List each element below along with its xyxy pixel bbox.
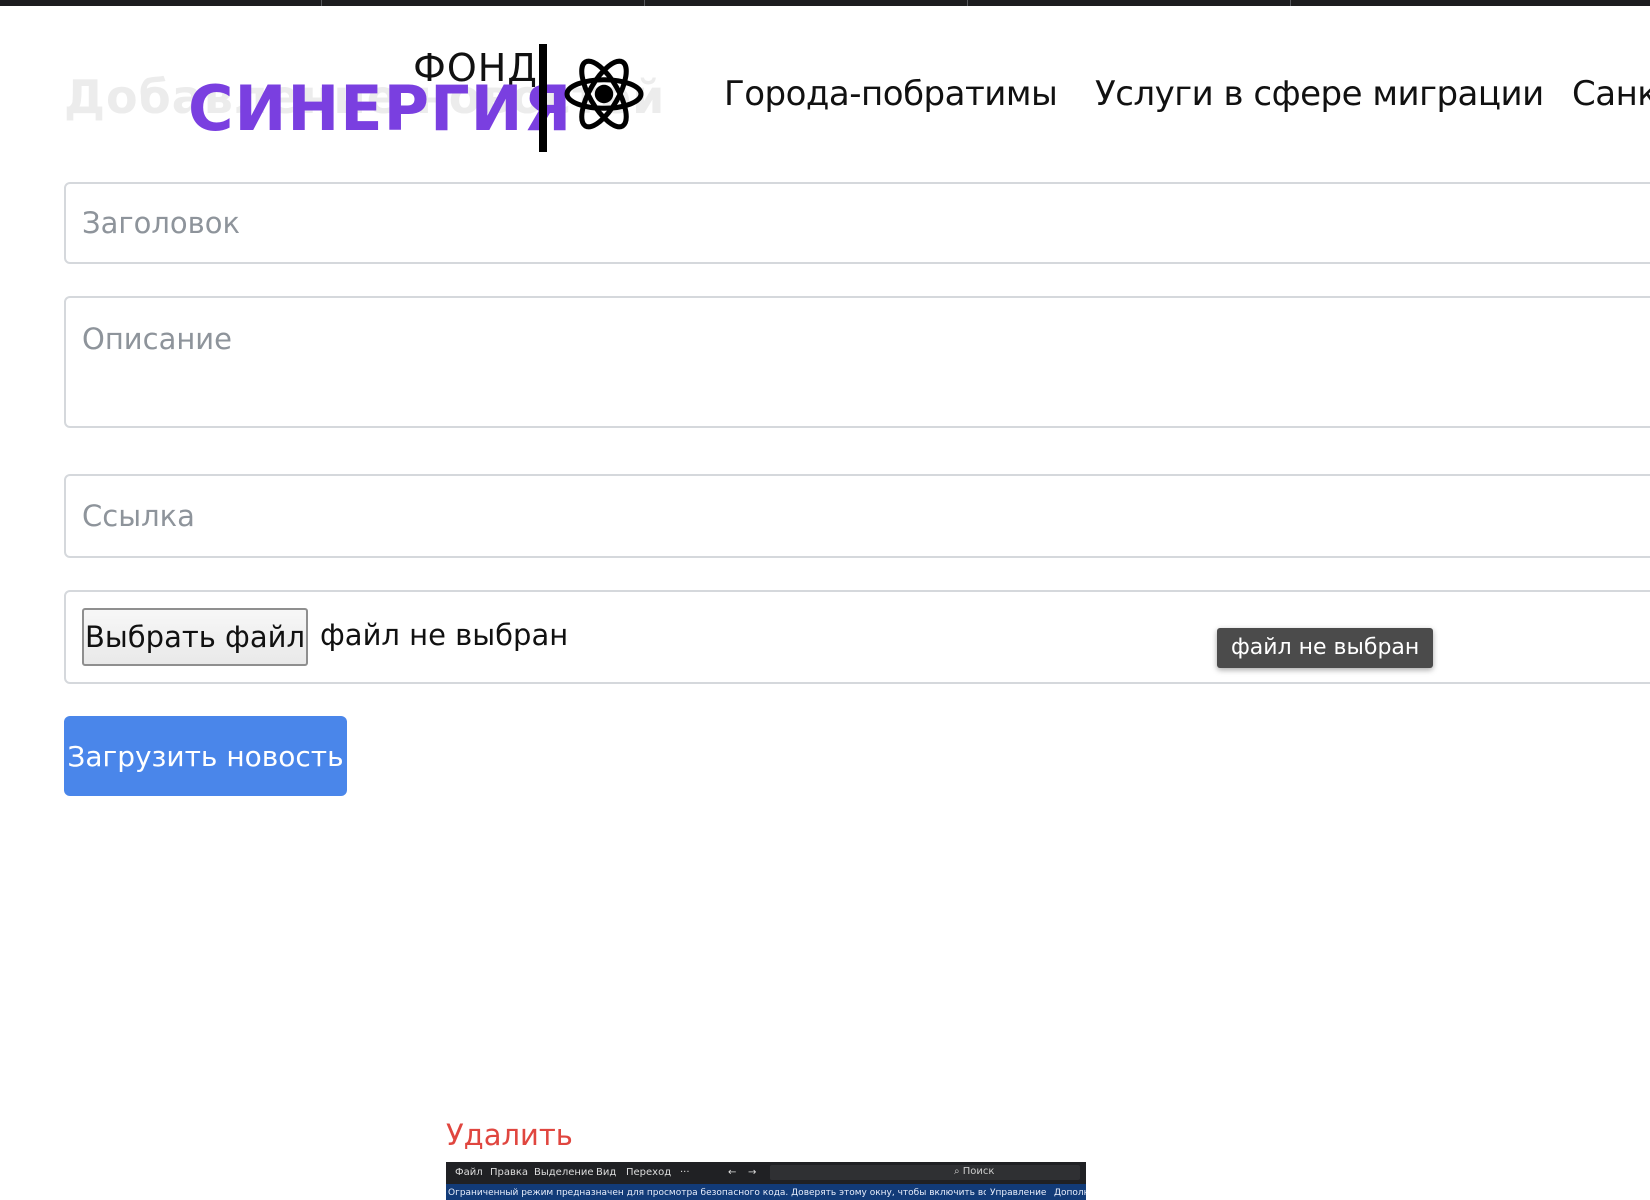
delete-link[interactable]: Удалить [446, 1118, 573, 1152]
browser-top-strip [0, 0, 1650, 6]
thumb-search-box: ⌕ Поиск [770, 1165, 1080, 1180]
link-input[interactable] [64, 474, 1650, 558]
file-tooltip: файл не выбран [1217, 628, 1434, 668]
thumb-menu-item: Переход [626, 1167, 672, 1178]
upload-news-button[interactable]: Загрузить новость [64, 716, 347, 796]
thumb-banner-link: Управление [986, 1188, 1047, 1198]
logo-divider [539, 44, 547, 152]
logo-name: СИНЕРГИЯ [188, 72, 573, 145]
file-status-text: файл не выбран [320, 618, 569, 652]
choose-file-button[interactable]: Выбрать файл [82, 608, 308, 666]
thumb-forward-arrow-icon: → [748, 1167, 757, 1178]
nav-item-migration-services[interactable]: Услуги в сфере миграции [1095, 74, 1544, 114]
thumb-search-label: ⌕ Поиск [954, 1166, 995, 1177]
title-input[interactable] [64, 182, 1650, 264]
site-logo[interactable]: ФОНД СИНЕРГИЯ [188, 42, 648, 154]
news-thumbnail[interactable]: Файл Правка Выделение Вид Переход ··· ← … [446, 1162, 1086, 1200]
thumb-menu-item: Выделение [534, 1167, 594, 1178]
thumbnail-menu-bar: Файл Правка Выделение Вид Переход ··· ← … [446, 1162, 1086, 1184]
thumbnail-restricted-banner: Ограниченный режим предназначен для прос… [446, 1184, 1086, 1200]
news-card: Удалить Файл Правка Выделение Вид Перехо… [446, 1118, 1086, 1200]
thumb-banner-link: Дополн [1050, 1188, 1086, 1198]
thumb-menu-item: Правка [490, 1167, 529, 1178]
nav-item-sanctions[interactable]: Санк [1572, 74, 1650, 114]
thumb-search-text: Поиск [962, 1166, 995, 1177]
thumb-banner-text: Ограниченный режим предназначен для прос… [448, 1188, 1042, 1198]
description-textarea[interactable] [64, 296, 1650, 428]
nav-item-sister-cities[interactable]: Города-побратимы [724, 74, 1058, 114]
thumb-menu-item: Вид [596, 1167, 617, 1178]
atom-icon [564, 58, 644, 130]
thumb-menu-item: Файл [455, 1167, 483, 1178]
thumb-menu-item: ··· [680, 1167, 690, 1178]
thumb-back-arrow-icon: ← [728, 1167, 737, 1178]
